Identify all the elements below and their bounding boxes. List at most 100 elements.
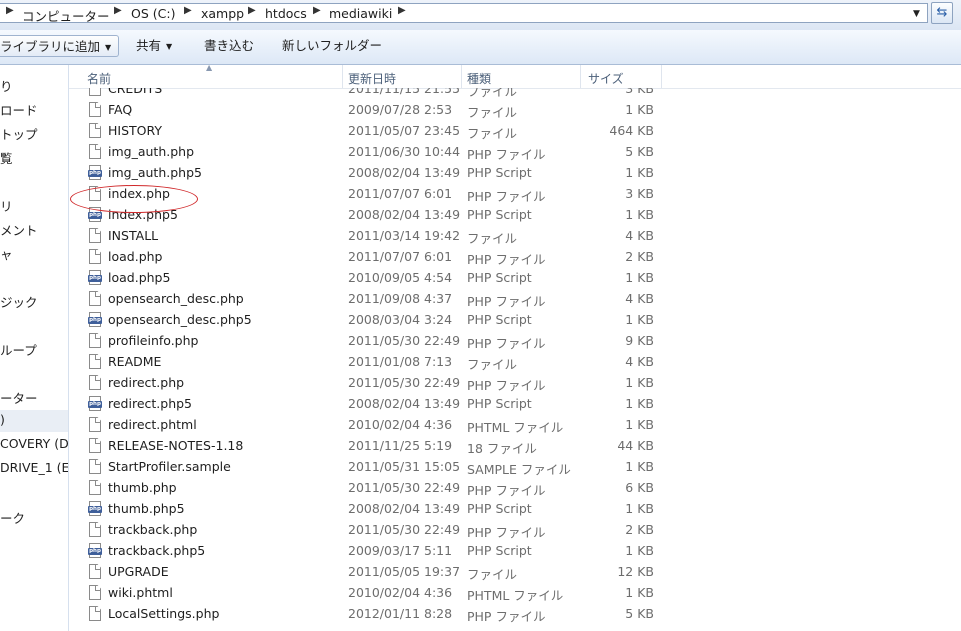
file-date: 2011/11/15 21:55 — [348, 88, 461, 96]
column-header-row: ▲ 名前 更新日時 種類 サイズ — [69, 65, 961, 89]
column-divider[interactable] — [342, 65, 343, 88]
new-folder-button[interactable]: 新しいフォルダー — [282, 35, 382, 57]
file-row[interactable]: img_auth.php 2011/06/30 10:44 PHP ファイル 5 KB — [69, 141, 961, 162]
file-icon — [89, 480, 101, 495]
breadcrumb-drive[interactable]: OS (C:) — [131, 6, 175, 21]
breadcrumb-arrow-icon[interactable]: ▶ — [313, 5, 321, 16]
file-row[interactable]: thumb.php 2011/05/30 22:49 PHP ファイル 6 KB — [69, 477, 961, 498]
file-name: StartProfiler.sample — [108, 459, 231, 474]
file-row[interactable]: load.php 2011/07/07 6:01 PHP ファイル 2 KB — [69, 246, 961, 267]
column-header-size[interactable]: サイズ — [588, 70, 624, 87]
nav-item-computer[interactable]: ーター — [0, 388, 38, 407]
file-row[interactable]: LocalSettings.php 2012/01/11 8:28 PHP ファイル… — [69, 603, 961, 624]
file-date: 2008/02/04 13:49 — [348, 165, 461, 180]
file-icon — [89, 88, 101, 96]
file-type: PHP ファイル — [467, 336, 546, 351]
navigation-pane[interactable]: り ロード トップ 覧 リ メント ャ ジック ループ ーター ) COVERY… — [0, 65, 69, 631]
file-size: 1 KB — [625, 312, 654, 327]
file-size: 5 KB — [625, 144, 654, 159]
php-script-icon: php — [88, 312, 102, 327]
nav-item-downloads[interactable]: ロード — [0, 100, 38, 119]
file-size: 1 KB — [625, 270, 654, 285]
file-row[interactable]: CREDITS 2011/11/15 21:55 ファイル 3 KB — [69, 88, 961, 99]
breadcrumb-arrow-icon[interactable]: ▶ — [184, 5, 192, 16]
column-header-name[interactable]: 名前 — [87, 70, 111, 87]
file-size: 9 KB — [625, 333, 654, 348]
nav-item-documents[interactable]: メント — [0, 220, 38, 239]
refresh-icon[interactable]: ⇆ — [931, 2, 953, 24]
file-rows: CREDITS 2011/11/15 21:55 ファイル 3 KB FAQ 20… — [69, 88, 961, 631]
file-row[interactable]: FAQ 2009/07/28 2:53 ファイル 1 KB — [69, 99, 961, 120]
breadcrumb-arrow-icon[interactable]: ▶ — [248, 5, 256, 16]
file-type: PHP ファイル — [467, 189, 546, 204]
nav-item-desktop[interactable]: トップ — [0, 124, 38, 143]
file-row[interactable]: php redirect.php5 2008/02/04 13:49 PHP Scri… — [69, 393, 961, 414]
file-row[interactable]: INSTALL 2011/03/14 19:42 ファイル 4 KB — [69, 225, 961, 246]
address-path-field[interactable]: ▶ コンピューター ▶ OS (C:) ▶ xampp ▶ htdocs ▶ m… — [0, 3, 928, 25]
file-row[interactable]: RELEASE-NOTES-1.18 2011/11/25 5:19 18 ファイル… — [69, 435, 961, 456]
breadcrumb-htdocs[interactable]: htdocs — [265, 6, 307, 21]
column-divider[interactable] — [580, 65, 581, 88]
file-row[interactable]: StartProfiler.sample 2011/05/31 15:05 SAMP… — [69, 456, 961, 477]
share-button[interactable]: 共有 ▼ — [136, 35, 172, 57]
nav-item-music[interactable]: ジック — [0, 292, 38, 311]
column-divider[interactable] — [661, 65, 662, 88]
file-name: opensearch_desc.php — [108, 291, 244, 306]
file-size: 2 KB — [625, 249, 654, 264]
file-size: 12 KB — [617, 564, 654, 579]
file-date: 2011/05/30 22:49 — [348, 522, 461, 537]
nav-item-favorites[interactable]: り — [0, 76, 13, 95]
nav-item-library[interactable]: リ — [0, 196, 13, 215]
file-row[interactable]: opensearch_desc.php 2011/09/08 4:37 PHP ファ… — [69, 288, 961, 309]
file-row[interactable]: redirect.php 2011/05/30 22:49 PHP ファイル 1 KB — [69, 372, 961, 393]
file-row[interactable]: UPGRADE 2011/05/05 19:37 ファイル 12 KB — [69, 561, 961, 582]
breadcrumb-mediawiki[interactable]: mediawiki — [329, 6, 392, 21]
burn-button[interactable]: 書き込む — [204, 35, 254, 57]
add-to-library-button[interactable]: ライブラリに追加 ▼ — [0, 35, 119, 57]
file-row[interactable]: wiki.phtml 2010/02/04 4:36 PHTML ファイル 1 KB — [69, 582, 961, 603]
breadcrumb-xampp[interactable]: xampp — [201, 6, 244, 21]
file-row[interactable]: HISTORY 2011/05/07 23:45 ファイル 464 KB — [69, 120, 961, 141]
file-row[interactable]: php img_auth.php5 2008/02/04 13:49 PHP Scri… — [69, 162, 961, 183]
address-dropdown-icon[interactable]: ▼ — [913, 9, 920, 19]
file-type: PHP ファイル — [467, 252, 546, 267]
file-row[interactable]: php load.php5 2010/09/05 4:54 PHP Script 1 K… — [69, 267, 961, 288]
file-date: 2011/03/14 19:42 — [348, 228, 461, 243]
sort-ascending-icon: ▲ — [206, 65, 213, 72]
nav-item-os-drive[interactable]: ) — [0, 412, 5, 427]
column-header-date[interactable]: 更新日時 — [348, 70, 396, 87]
file-row[interactable]: php index.php5 2008/02/04 13:49 PHP Script 1… — [69, 204, 961, 225]
file-row[interactable]: redirect.phtml 2010/02/04 4:36 PHTML ファイル 1… — [69, 414, 961, 435]
file-size: 5 KB — [625, 606, 654, 621]
breadcrumb-computer[interactable]: コンピューター — [22, 6, 110, 25]
breadcrumb-arrow-icon[interactable]: ▶ — [114, 5, 122, 16]
file-list[interactable]: ▲ 名前 更新日時 種類 サイズ CREDITS 2011/11/15 21:5… — [69, 65, 961, 631]
chevron-down-icon: ▼ — [166, 42, 173, 51]
file-type: ファイル — [467, 105, 518, 120]
file-date: 2011/05/07 23:45 — [348, 123, 461, 138]
file-type: PHP ファイル — [467, 378, 546, 393]
file-row[interactable]: php thumb.php5 2008/02/04 13:49 PHP Script 1… — [69, 498, 961, 519]
file-row[interactable]: php opensearch_desc.php5 2008/03/04 3:24 PH… — [69, 309, 961, 330]
nav-item-network[interactable]: ーク — [0, 508, 25, 527]
file-row[interactable]: trackback.php 2011/05/30 22:49 PHP ファイル 2 K… — [69, 519, 961, 540]
column-header-type[interactable]: 種類 — [467, 70, 491, 87]
nav-item-pictures[interactable]: ャ — [0, 244, 13, 263]
file-type: PHP ファイル — [467, 147, 546, 162]
file-type: PHTML ファイル — [467, 588, 564, 603]
nav-item-recent[interactable]: 覧 — [0, 148, 13, 167]
file-row[interactable]: README 2011/01/08 7:13 ファイル 4 KB — [69, 351, 961, 372]
php-script-icon: php — [88, 165, 102, 180]
file-row[interactable]: index.php 2011/07/07 6:01 PHP ファイル 3 KB — [69, 183, 961, 204]
file-name: INSTALL — [108, 228, 159, 243]
file-row[interactable]: profileinfo.php 2011/05/30 22:49 PHP ファイル 9… — [69, 330, 961, 351]
column-divider[interactable] — [461, 65, 462, 88]
nav-item-recovery-drive[interactable]: COVERY (D — [0, 436, 68, 451]
file-name: load.php5 — [108, 270, 171, 285]
file-icon — [89, 417, 101, 432]
breadcrumb-arrow-icon[interactable]: ▶ — [6, 5, 14, 16]
breadcrumb-arrow-icon[interactable]: ▶ — [398, 5, 406, 16]
file-row[interactable]: php trackback.php5 2009/03/17 5:11 PHP Scri… — [69, 540, 961, 561]
nav-item-usb-drive[interactable]: DRIVE_1 (E — [0, 460, 68, 475]
nav-item-homegroup[interactable]: ループ — [0, 340, 37, 359]
